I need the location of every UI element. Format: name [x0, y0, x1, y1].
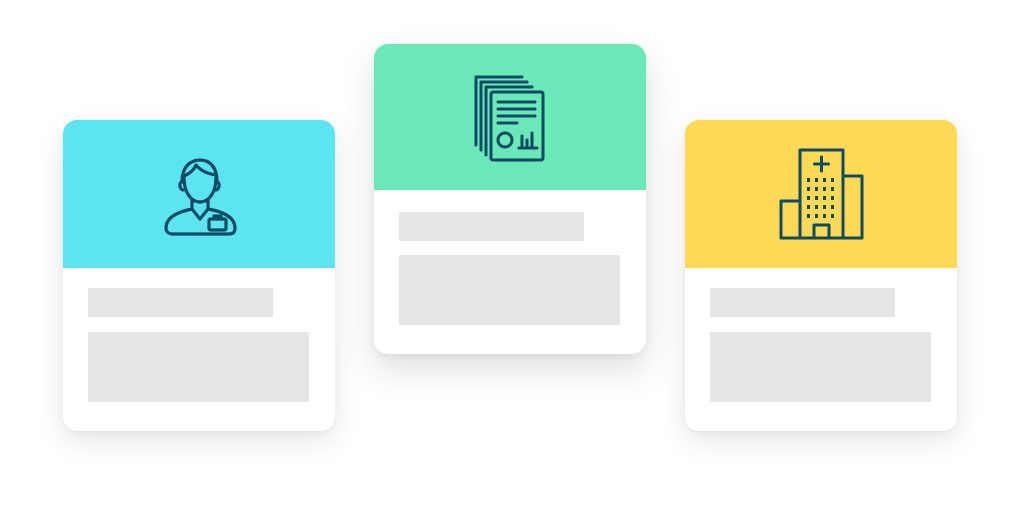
- title-placeholder: [399, 212, 584, 241]
- card-header: [685, 120, 957, 268]
- title-placeholder: [710, 288, 895, 317]
- title-placeholder: [88, 288, 273, 317]
- text-placeholder: [88, 332, 309, 402]
- user-badge-icon: [149, 144, 249, 244]
- card-header: [374, 44, 646, 190]
- cards-illustration: [0, 0, 1020, 512]
- card-header: [63, 120, 335, 268]
- document-report-icon: [460, 65, 560, 169]
- card-document: [374, 44, 646, 354]
- card-hospital: [685, 120, 957, 431]
- text-placeholder: [399, 255, 620, 325]
- card-person: [63, 120, 335, 431]
- hospital-icon: [771, 144, 871, 244]
- text-placeholder: [710, 332, 931, 402]
